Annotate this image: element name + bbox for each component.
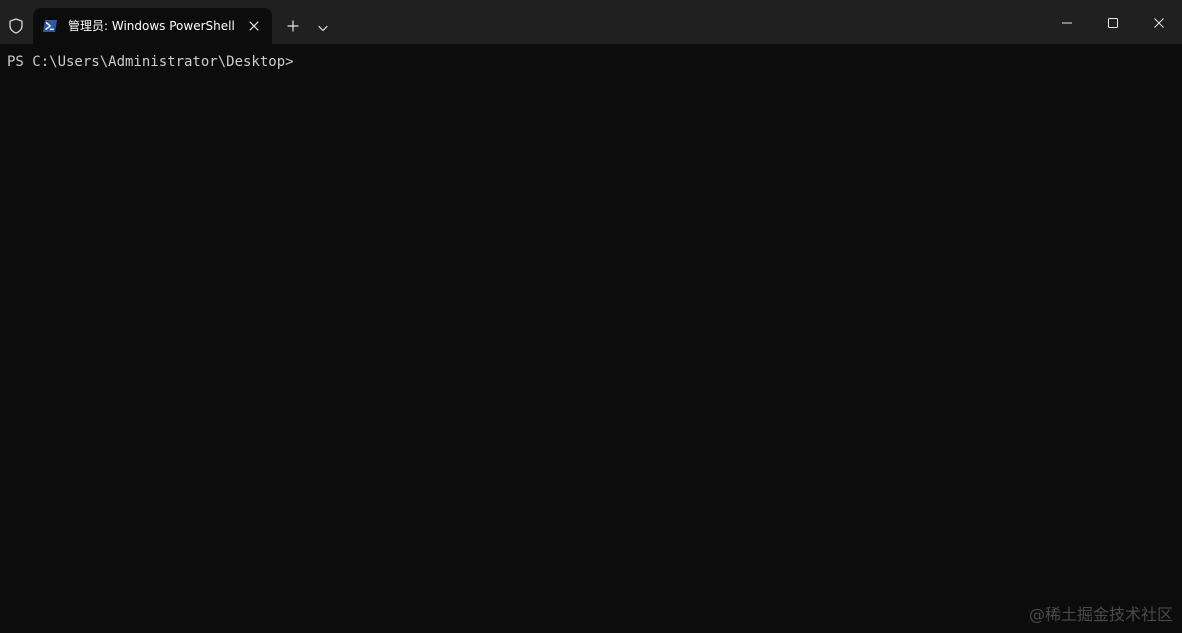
watermark: @稀土掘金技术社区 (1028, 605, 1173, 624)
new-tab-button[interactable] (280, 12, 306, 40)
close-icon (1154, 13, 1164, 32)
tab-powershell[interactable]: 管理员: Windows PowerShell (33, 8, 272, 44)
window-close-button[interactable] (1136, 0, 1182, 44)
tab-title: 管理员: Windows PowerShell (68, 19, 235, 33)
shield-icon (0, 8, 32, 44)
terminal-output[interactable]: PS C:\Users\Administrator\Desktop> (0, 44, 1182, 633)
title-bar[interactable]: 管理员: Windows PowerShell (0, 0, 1182, 44)
terminal-window: 管理员: Windows PowerShell PS C:\Users\Admi… (0, 0, 1182, 633)
command-prompt: PS C:\Users\Administrator\Desktop> (7, 54, 294, 70)
minimize-icon (1062, 13, 1072, 32)
plus-icon (287, 17, 299, 36)
close-icon[interactable] (242, 14, 266, 38)
tab-dropdown-button[interactable] (310, 12, 336, 40)
powershell-icon (42, 18, 58, 34)
chevron-down-icon (318, 17, 328, 36)
maximize-icon (1108, 13, 1118, 32)
minimize-button[interactable] (1044, 0, 1090, 44)
maximize-button[interactable] (1090, 0, 1136, 44)
